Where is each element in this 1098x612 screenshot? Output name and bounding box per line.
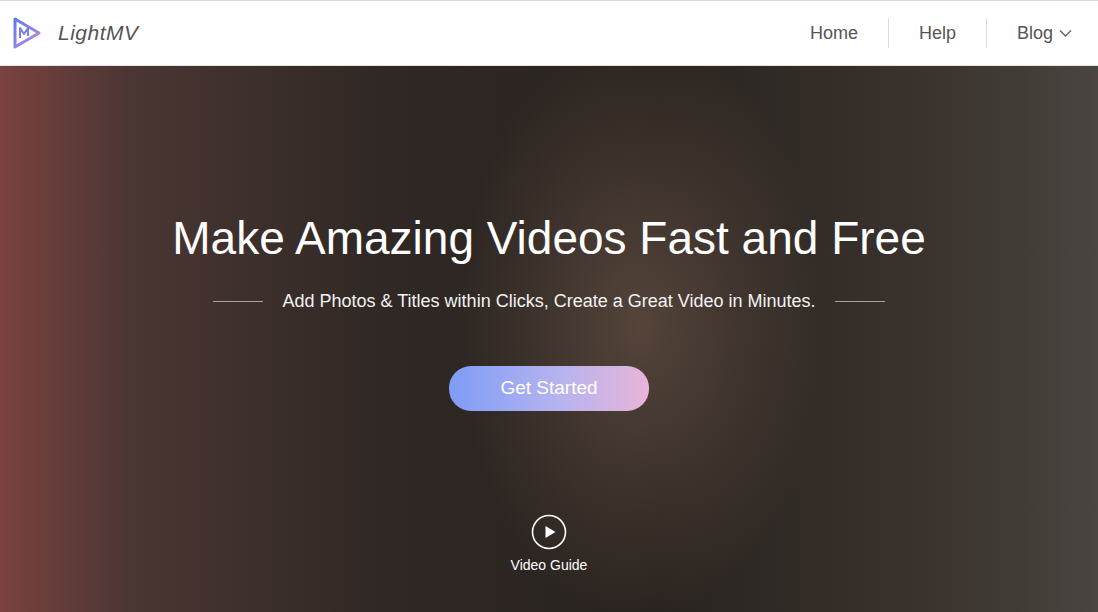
divider-line	[835, 301, 885, 302]
nav-label: Help	[919, 20, 956, 47]
get-started-button[interactable]: Get Started	[449, 366, 649, 411]
hero-title: Make Amazing Videos Fast and Free	[172, 210, 925, 266]
hero-subtitle-row: Add Photos & Titles within Clicks, Creat…	[213, 288, 886, 314]
divider-line	[213, 301, 263, 302]
logo-icon	[12, 16, 42, 50]
nav-separator	[986, 18, 987, 48]
nav-item[interactable]: Blog	[987, 16, 1086, 51]
logo-text: LightMV	[58, 17, 139, 49]
nav-item[interactable]: Help	[889, 16, 986, 51]
nav-item[interactable]: Home	[780, 16, 888, 51]
nav-separator	[888, 18, 889, 48]
hero-banner: Make Amazing Videos Fast and Free Add Pho…	[0, 66, 1098, 612]
main-nav: Home Help Blog	[780, 16, 1086, 51]
nav-label: Home	[810, 20, 858, 47]
chevron-down-icon[interactable]	[1059, 29, 1072, 38]
brand-logo[interactable]: LightMV	[12, 16, 139, 50]
nav-label: Blog	[1017, 20, 1053, 47]
play-icon[interactable]	[531, 514, 567, 550]
video-guide-label[interactable]: Video Guide	[511, 556, 588, 574]
top-bar: LightMV Home Help Blog	[0, 0, 1098, 66]
hero-subtitle: Add Photos & Titles within Clicks, Creat…	[283, 288, 816, 314]
